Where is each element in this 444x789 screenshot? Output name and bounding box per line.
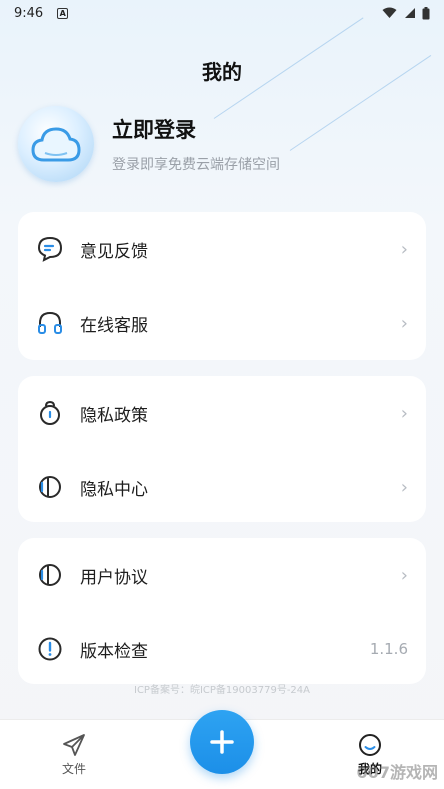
login-profile-section[interactable]: 立即登录 登录即享免费云端存储空间 <box>18 104 426 184</box>
chevron-right-icon: › <box>400 402 408 424</box>
chevron-right-icon: › <box>400 238 408 260</box>
menu-item-label: 隐私中心 <box>80 479 148 500</box>
chevron-right-icon: › <box>400 564 408 586</box>
cloud-icon <box>31 127 81 162</box>
menu-card-privacy: 隐私政策 › 隐私中心 › <box>18 376 426 522</box>
menu-item-label: 在线客服 <box>80 315 148 336</box>
bottom-tab-bar: 文件 我的 007游戏网 <box>0 710 444 789</box>
menu-item-label: 意见反馈 <box>80 241 148 262</box>
lock-icon <box>36 399 64 427</box>
menu-item-customer-service[interactable]: 在线客服 › <box>18 286 426 360</box>
chevron-right-icon: › <box>400 476 408 498</box>
tab-label: 文件 <box>61 762 86 776</box>
battery-icon <box>422 6 430 19</box>
add-button[interactable] <box>190 710 254 774</box>
plus-icon <box>210 730 234 754</box>
icp-filing-text: ICP备案号：皖ICP备19003779号-24A <box>134 685 310 696</box>
signal-icon <box>405 8 415 18</box>
agreement-icon <box>36 561 64 589</box>
login-title[interactable]: 立即登录 <box>112 114 280 144</box>
user-smile-icon <box>330 730 410 760</box>
feedback-icon <box>36 235 64 263</box>
menu-item-label: 用户协议 <box>80 567 148 588</box>
menu-item-label: 隐私政策 <box>80 405 148 426</box>
avatar[interactable] <box>18 106 94 182</box>
profile-text: 立即登录 登录即享免费云端存储空间 <box>112 114 280 174</box>
wifi-icon <box>382 7 397 18</box>
menu-item-user-agreement[interactable]: 用户协议 › <box>18 538 426 612</box>
version-value: 1.1.6 <box>369 640 408 658</box>
page-title: 我的 <box>202 60 242 84</box>
status-time: 9:46 <box>14 5 44 21</box>
notification-icon: A <box>57 7 69 19</box>
status-bar: 9:46 A <box>0 0 444 26</box>
login-subtitle: 登录即享免费云端存储空间 <box>112 157 280 173</box>
menu-card-about: 用户协议 › 版本检查 1.1.6 <box>18 538 426 684</box>
tab-files[interactable]: 文件 <box>34 730 114 777</box>
menu-item-label: 版本检查 <box>80 641 148 662</box>
send-icon <box>34 730 114 760</box>
chevron-right-icon: › <box>400 312 408 334</box>
menu-item-version-check[interactable]: 版本检查 1.1.6 <box>18 612 426 686</box>
headset-icon <box>36 309 64 337</box>
menu-item-privacy-policy[interactable]: 隐私政策 › <box>18 376 426 450</box>
info-icon <box>36 635 64 663</box>
watermark-logo: 007游戏网 <box>356 763 438 782</box>
status-indicators <box>382 6 430 20</box>
privacy-shield-icon <box>36 473 64 501</box>
menu-item-privacy-center[interactable]: 隐私中心 › <box>18 450 426 524</box>
menu-item-feedback[interactable]: 意见反馈 › <box>18 212 426 286</box>
menu-card-support: 意见反馈 › 在线客服 › <box>18 212 426 360</box>
